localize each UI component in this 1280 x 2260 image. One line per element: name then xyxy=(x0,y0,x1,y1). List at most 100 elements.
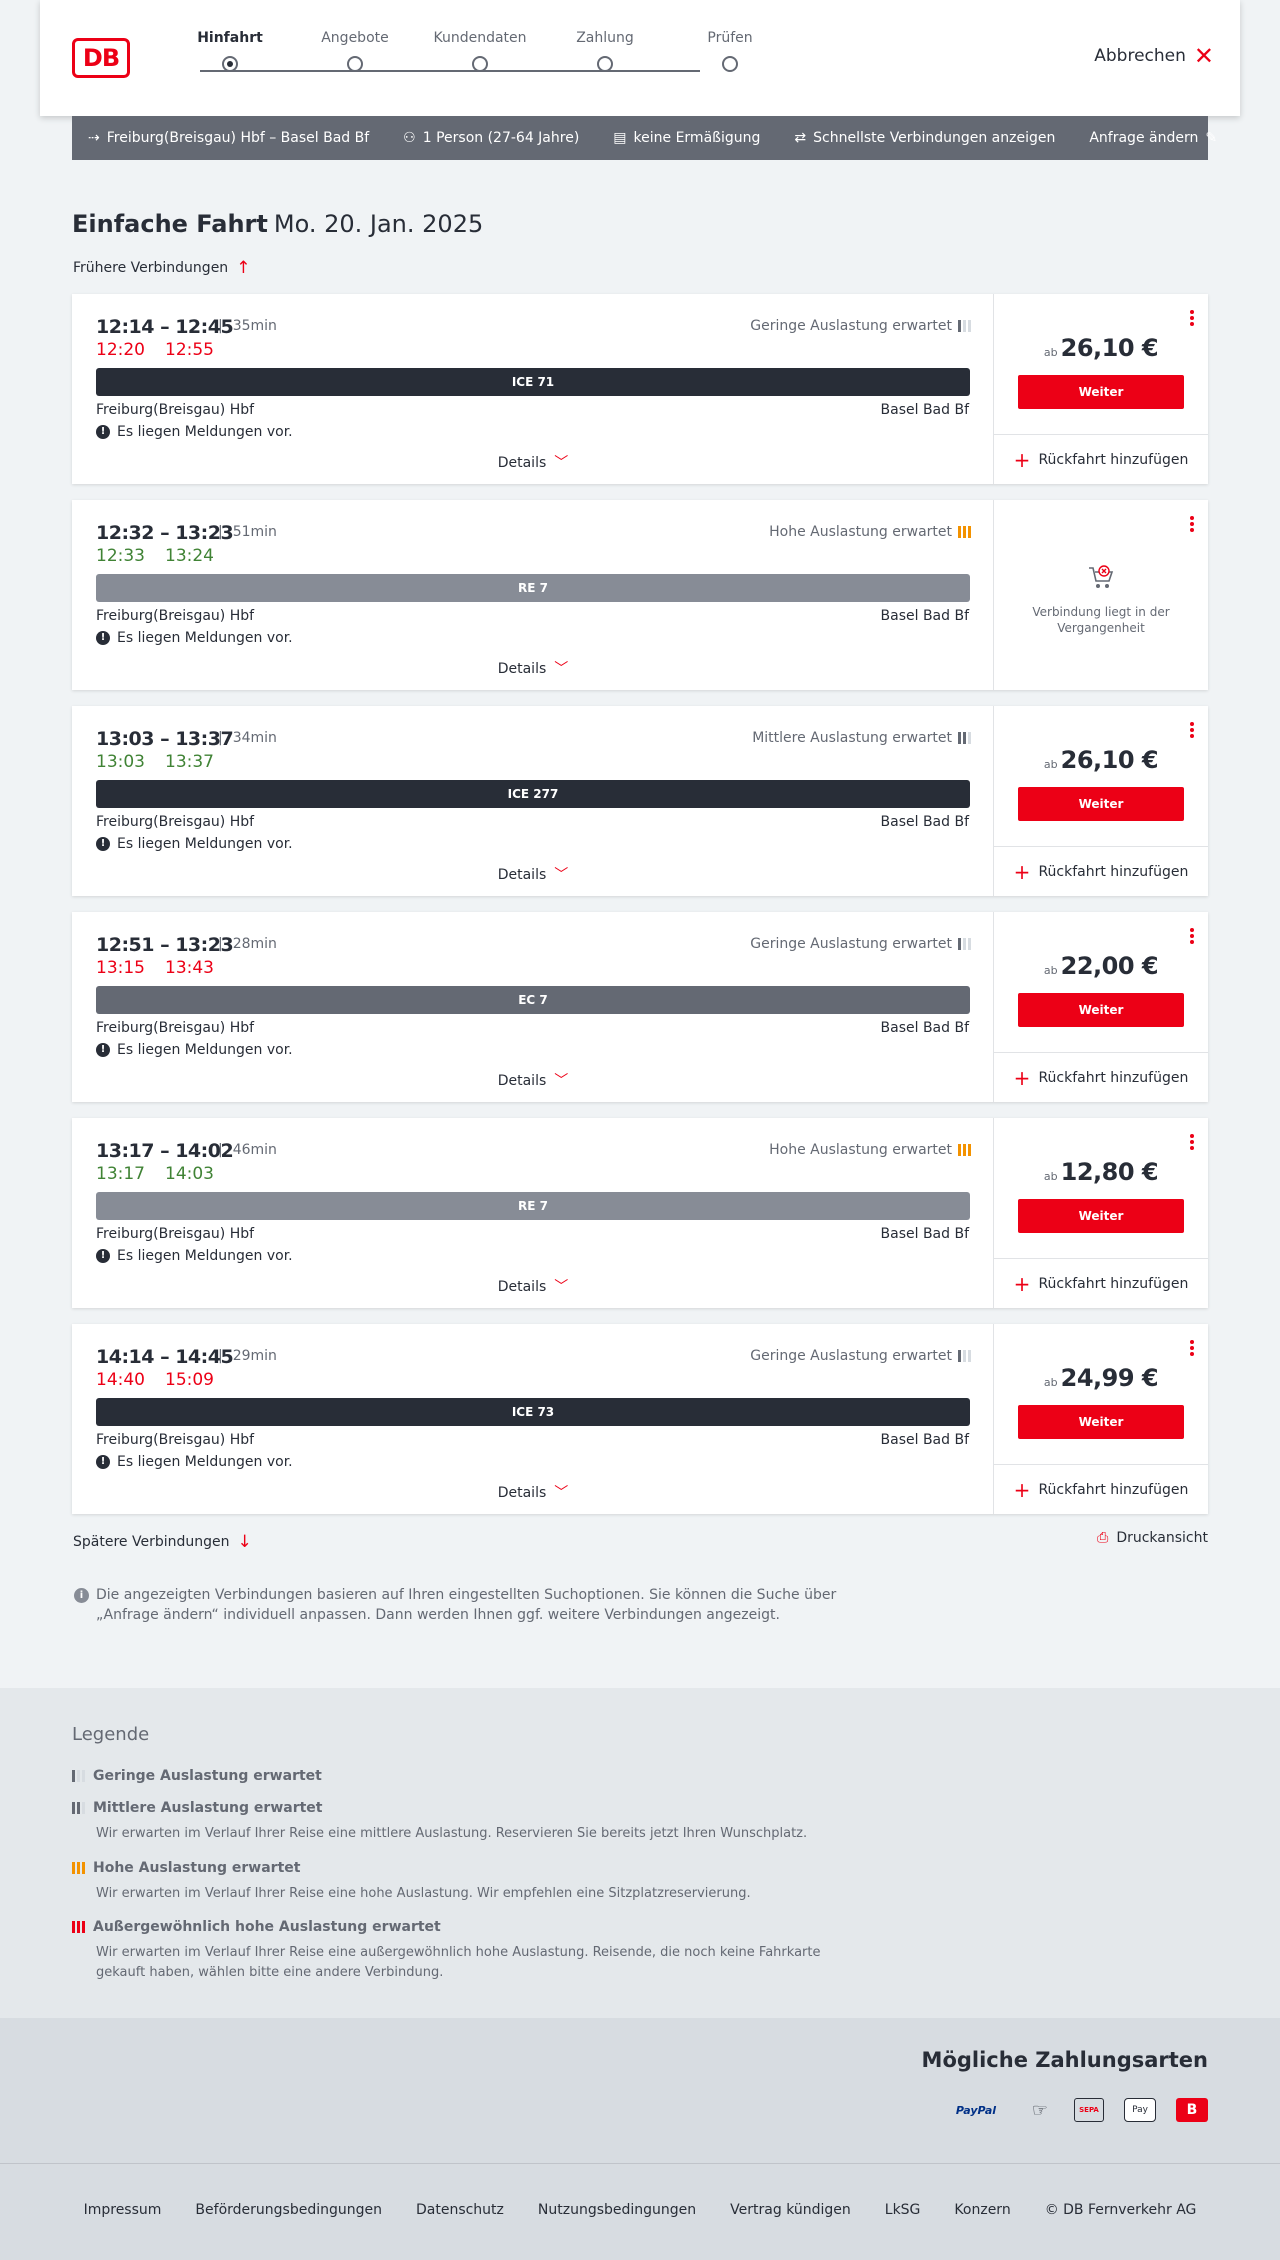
legend-item-label: Hohe Auslastung erwartet xyxy=(93,1860,301,1876)
step-1[interactable]: Hinfahrt xyxy=(170,30,290,72)
cancel-button[interactable]: Abbrechen ✕ xyxy=(1094,44,1214,68)
destination-station: Basel Bad Bf xyxy=(880,608,969,624)
add-return-button[interactable]: + Rückfahrt hinzufügen xyxy=(994,1052,1208,1102)
disruption-message[interactable]: ! Es liegen Meldungen vor. xyxy=(96,1042,293,1058)
price-amount: 24,99 € xyxy=(1060,1364,1159,1392)
add-return-label: Rückfahrt hinzufügen xyxy=(1038,1481,1189,1498)
more-options-icon[interactable] xyxy=(1190,516,1194,532)
footer-link[interactable]: Nutzungsbedingungen xyxy=(521,2202,713,2218)
occupancy-high-icon xyxy=(958,1144,971,1156)
occupancy-indicator: Geringe Auslastung erwartet xyxy=(750,1348,971,1364)
occupancy-mid-icon xyxy=(72,1802,85,1814)
details-toggle[interactable]: Details ﹀ xyxy=(72,658,994,678)
add-return-button[interactable]: + Rückfahrt hinzufügen xyxy=(994,434,1208,484)
legend-item-label: Geringe Auslastung erwartet xyxy=(93,1768,322,1784)
disruption-message[interactable]: ! Es liegen Meldungen vor. xyxy=(96,424,293,440)
route-arrow-icon: ⇢ xyxy=(88,130,100,146)
origin-station: Freiburg(Breisgau) Hbf xyxy=(96,1226,255,1242)
add-return-button[interactable]: + Rückfahrt hinzufügen xyxy=(994,846,1208,896)
step-3[interactable]: Kundendaten xyxy=(420,30,540,72)
train-bar[interactable]: RE 7 xyxy=(96,1192,970,1220)
disruption-message[interactable]: ! Es liegen Meldungen vor. xyxy=(96,630,293,646)
more-options-icon[interactable] xyxy=(1190,722,1194,738)
more-options-icon[interactable] xyxy=(1190,1340,1194,1356)
step-dot xyxy=(222,56,238,72)
footer: Impressum Beförderungsbedingungen Datensch… xyxy=(0,2163,1280,2260)
more-options-icon[interactable] xyxy=(1190,1134,1194,1150)
planned-times: 12:14 – 12:45 xyxy=(96,316,234,338)
occupancy-label: Mittlere Auslastung erwartet xyxy=(752,730,952,746)
alert-icon: ! xyxy=(96,1249,110,1263)
train-bar[interactable]: EC 7 xyxy=(96,986,970,1014)
footer-link[interactable]: LkSG xyxy=(868,2202,938,2218)
add-return-button[interactable]: + Rückfahrt hinzufügen xyxy=(994,1464,1208,1514)
occupancy-indicator: Hohe Auslastung erwartet xyxy=(769,524,971,540)
earlier-connections-link[interactable]: Frühere Verbindungen ↑ xyxy=(73,258,250,278)
disruption-message[interactable]: ! Es liegen Meldungen vor. xyxy=(96,1248,293,1264)
occupancy-extreme-icon xyxy=(72,1921,85,1933)
continue-button[interactable]: Weiter xyxy=(1018,1405,1184,1439)
origin-station: Freiburg(Breisgau) Hbf xyxy=(96,402,255,418)
chevron-down-icon: ﹀ xyxy=(554,1279,569,1295)
chevron-down-icon: ﹀ xyxy=(554,1485,569,1501)
payment-icons: PayPal ☞ SEPA Pay B xyxy=(946,2098,1208,2122)
details-toggle[interactable]: Details ﹀ xyxy=(72,864,994,884)
train-bar[interactable]: RE 7 xyxy=(96,574,970,602)
details-toggle[interactable]: Details ﹀ xyxy=(72,1070,994,1090)
print-view-link[interactable]: ⎙ Druckansicht xyxy=(1097,1530,1208,1546)
footer-link[interactable]: Beförderungsbedingungen xyxy=(178,2202,399,2218)
add-return-button[interactable]: + Rückfahrt hinzufügen xyxy=(994,1258,1208,1308)
realtime-times: 13:17 14:03 xyxy=(96,1164,214,1184)
more-options-icon[interactable] xyxy=(1190,928,1194,944)
details-toggle[interactable]: Details ﹀ xyxy=(72,1276,994,1296)
db-logo[interactable]: DB xyxy=(72,38,130,78)
origin-station: Freiburg(Breisgau) Hbf xyxy=(96,814,255,830)
disruption-message[interactable]: ! Es liegen Meldungen vor. xyxy=(96,1454,293,1470)
connection-card[interactable]: 13:17 – 14:0246min 13:17 14:03 Hohe Auslast… xyxy=(72,1118,1208,1308)
realtime-arrival: 13:37 xyxy=(165,752,214,772)
footer-link[interactable]: Konzern xyxy=(937,2202,1027,2218)
footer-link[interactable]: © DB Fernverkehr AG xyxy=(1028,2202,1214,2218)
change-request-button[interactable]: Anfrage ändern ✎ xyxy=(1089,130,1217,146)
apple-pay-icon: Pay xyxy=(1124,2098,1156,2122)
step-5[interactable]: Prüfen xyxy=(670,30,790,72)
more-options-icon[interactable] xyxy=(1190,310,1194,326)
step-dot xyxy=(597,56,613,72)
step-2[interactable]: Angebote xyxy=(295,30,415,72)
occupancy-low-icon xyxy=(958,1350,971,1362)
step-label: Hinfahrt xyxy=(197,30,263,46)
details-toggle[interactable]: Details ﹀ xyxy=(72,1482,994,1502)
train-bar[interactable]: ICE 73 xyxy=(96,1398,970,1426)
later-connections-link[interactable]: Spätere Verbindungen ↓ xyxy=(73,1532,252,1552)
footer-link[interactable]: Impressum xyxy=(67,2202,179,2218)
message-text: Es liegen Meldungen vor. xyxy=(117,1042,293,1058)
connection-card[interactable]: 14:14 – 14:4529min 14:40 15:09 Geringe Ausl… xyxy=(72,1324,1208,1514)
destination-station: Basel Bad Bf xyxy=(880,814,969,830)
continue-button[interactable]: Weiter xyxy=(1018,1199,1184,1233)
connection-card[interactable]: 12:51 – 13:2328min 13:15 13:43 Geringe Ausl… xyxy=(72,912,1208,1102)
connection-card[interactable]: 13:03 – 13:3734min 13:03 13:37 Mittlere Aus… xyxy=(72,706,1208,896)
train-bar[interactable]: ICE 71 xyxy=(96,368,970,396)
connection-card[interactable]: 12:32 – 13:2351min 12:33 13:24 Hohe Auslast… xyxy=(72,500,1208,690)
footer-link[interactable]: Vertrag kündigen xyxy=(713,2202,868,2218)
realtime-arrival: 13:24 xyxy=(165,546,214,566)
train-bar[interactable]: ICE 277 xyxy=(96,780,970,808)
step-label: Zahlung xyxy=(576,30,634,46)
legend-item-title: Hohe Auslastung erwartet xyxy=(72,1860,872,1876)
continue-button[interactable]: Weiter xyxy=(1018,375,1184,409)
duration: 46min xyxy=(218,1142,277,1158)
price-panel: ab 22,00 € Weiter + Rückfahrt hinzufügen xyxy=(994,912,1208,1102)
disruption-message[interactable]: ! Es liegen Meldungen vor. xyxy=(96,836,293,852)
add-return-label: Rückfahrt hinzufügen xyxy=(1038,863,1189,880)
continue-button[interactable]: Weiter xyxy=(1018,787,1184,821)
connection-card[interactable]: 12:14 – 12:4535min 12:20 12:55 Geringe Ausl… xyxy=(72,294,1208,484)
footer-link[interactable]: Datenschutz xyxy=(399,2202,521,2218)
occupancy-label: Hohe Auslastung erwartet xyxy=(769,524,952,540)
occupancy-label: Geringe Auslastung erwartet xyxy=(750,936,952,952)
pencil-icon: ✎ xyxy=(1205,130,1218,146)
realtime-arrival: 12:55 xyxy=(165,340,214,360)
details-toggle[interactable]: Details ﹀ xyxy=(72,452,994,472)
price-prefix: ab xyxy=(1043,964,1058,977)
step-4[interactable]: Zahlung xyxy=(545,30,665,72)
continue-button[interactable]: Weiter xyxy=(1018,993,1184,1027)
